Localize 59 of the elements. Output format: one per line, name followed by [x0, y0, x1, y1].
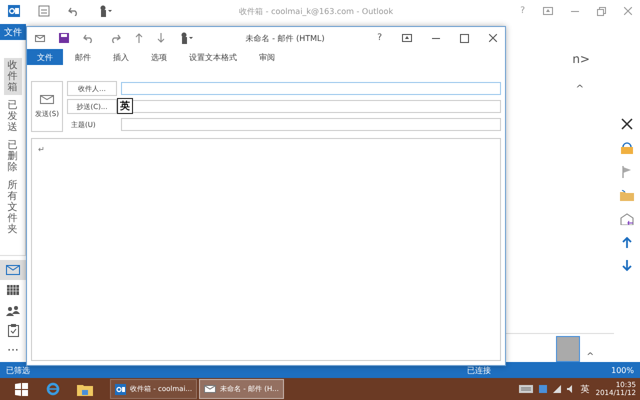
ribbon-tab[interactable]: 设置文本格式	[179, 49, 247, 65]
ribbon-display-icon[interactable]	[402, 34, 412, 42]
nav-module-button[interactable]	[0, 260, 26, 280]
people-icon[interactable]	[6, 304, 20, 316]
collapse-button[interactable]: ^	[576, 84, 584, 95]
connection-status: 已连接	[467, 364, 492, 376]
close-icon[interactable]	[489, 34, 497, 42]
message-body[interactable]: ↵	[31, 138, 501, 361]
restore-icon[interactable]	[597, 6, 606, 16]
clipboard-icon[interactable]	[8, 324, 18, 336]
help-button[interactable]: ?	[377, 33, 382, 43]
down-arrow-icon[interactable]	[622, 260, 632, 271]
up-arrow-icon[interactable]	[135, 33, 143, 43]
ribbon-tab[interactable]: 审阅	[249, 49, 285, 65]
app-tray-icon[interactable]	[538, 385, 547, 393]
ribbon-tab[interactable]: 选项	[141, 49, 177, 65]
window-title: 未命名 - 邮件 (HTML)	[244, 32, 326, 44]
to-field[interactable]	[121, 82, 501, 95]
ribbon-tab[interactable]: 邮件	[65, 49, 101, 65]
network-icon[interactable]	[552, 385, 561, 393]
touch-mode-icon[interactable]	[98, 5, 112, 17]
maximize-icon[interactable]	[460, 34, 469, 42]
delete-icon[interactable]	[621, 118, 633, 130]
paragraph-mark: ↵	[38, 145, 45, 154]
undo-icon[interactable]	[68, 6, 80, 16]
mail-icon[interactable]	[35, 34, 45, 42]
redo-icon[interactable]	[109, 33, 121, 43]
flag-icon[interactable]	[622, 166, 632, 178]
folder-item[interactable]: 所有文件夹	[4, 178, 22, 237]
file-tab[interactable]: 文件	[0, 24, 26, 40]
preview-text: n>	[572, 52, 590, 66]
down-arrow-icon[interactable]	[157, 33, 165, 43]
folder-item[interactable]: 已发送	[4, 98, 22, 135]
window-title: 收件箱 - coolmai_k@163.com - Outlook	[238, 6, 394, 16]
input-mode-tooltip: 英	[117, 98, 133, 114]
folder-icon[interactable]	[77, 382, 93, 396]
outlook-logo-icon	[115, 384, 126, 394]
collapse-people-button[interactable]: ^	[586, 352, 594, 362]
volume-icon[interactable]	[566, 385, 575, 393]
outlook-logo-icon[interactable]	[8, 5, 20, 17]
avatar-icon	[556, 336, 580, 362]
mail-icon[interactable]	[6, 265, 20, 275]
up-arrow-icon[interactable]	[622, 237, 632, 248]
browser-icon[interactable]	[46, 382, 60, 396]
calendar-icon[interactable]	[7, 285, 19, 295]
filter-status: 已筛选	[6, 364, 30, 376]
save-icon[interactable]	[59, 33, 69, 43]
zoom-level: 100%	[611, 366, 634, 374]
input-language[interactable]: 英	[580, 382, 590, 396]
keyboard-icon[interactable]	[518, 385, 533, 393]
ribbon-tab[interactable]: 文件	[27, 49, 63, 65]
start-icon[interactable]	[14, 382, 28, 396]
ribbon-tab[interactable]: 插入	[103, 49, 139, 65]
folder-item[interactable]: 已删除	[4, 138, 22, 175]
touch-mode-icon[interactable]	[179, 32, 193, 44]
folder-item[interactable]: 收件箱	[4, 58, 22, 95]
more-button[interactable]: ···	[7, 343, 19, 357]
subject-field[interactable]	[121, 118, 501, 131]
undo-icon[interactable]	[83, 33, 95, 43]
